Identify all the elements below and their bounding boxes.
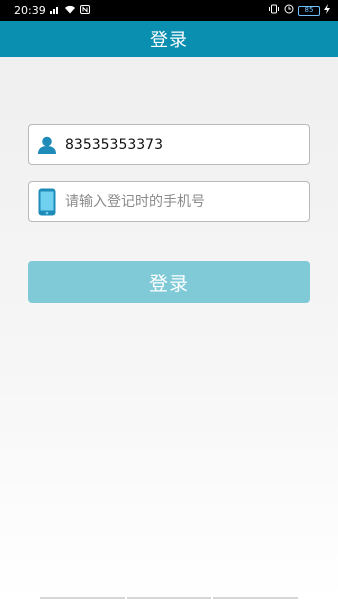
- status-bar-left: 20:39: [14, 0, 90, 21]
- battery-icon: 85: [298, 5, 320, 16]
- status-time: 20:39: [14, 4, 46, 17]
- username-field[interactable]: [28, 124, 310, 165]
- charging-icon: [324, 4, 330, 17]
- nfc-icon: [79, 4, 90, 17]
- divider-segment: [40, 597, 125, 599]
- phone-field[interactable]: [28, 181, 310, 222]
- divider-segment: [213, 597, 299, 599]
- user-icon: [29, 125, 65, 164]
- login-button[interactable]: 登录: [28, 261, 310, 303]
- wifi-icon: [64, 5, 76, 17]
- divider-segment: [126, 597, 212, 599]
- page-title: 登录: [150, 30, 188, 51]
- vibrate-icon: [268, 4, 280, 17]
- username-input[interactable]: [65, 125, 303, 164]
- status-bar: 20:39 85: [0, 0, 338, 21]
- app-bar: 登录: [0, 21, 338, 57]
- status-bar-right: 85: [268, 4, 330, 17]
- phone-input[interactable]: [65, 182, 303, 221]
- alarm-icon: [284, 4, 294, 17]
- battery-level: 85: [304, 6, 314, 14]
- mobile-phone-icon: [29, 182, 65, 221]
- signal-icon: [49, 5, 60, 17]
- bottom-divider: [40, 597, 299, 599]
